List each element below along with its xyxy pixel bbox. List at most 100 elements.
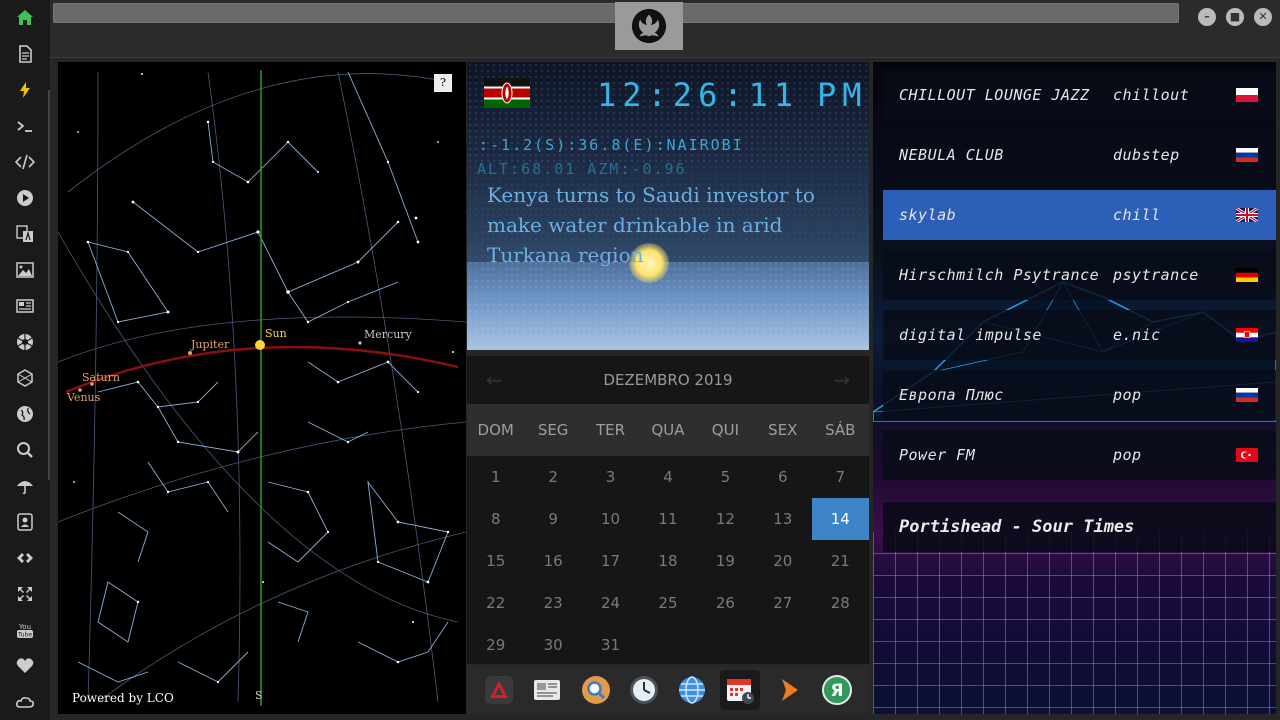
calendar-day[interactable]: 2: [524, 456, 581, 498]
close-button[interactable]: ✕: [1254, 8, 1272, 26]
sidebar-play[interactable]: [11, 184, 39, 212]
dock-clock[interactable]: [624, 670, 664, 710]
calendar-day[interactable]: 5: [697, 456, 754, 498]
station-item[interactable]: Европа Плюс pop: [883, 370, 1276, 420]
weekday-label: QUA: [651, 421, 685, 439]
sidebar-contacts[interactable]: [11, 508, 39, 536]
calendar-day[interactable]: 27: [754, 582, 811, 624]
russia-flag-icon: [1236, 388, 1258, 402]
station-item[interactable]: NEBULA CLUB dubstep: [883, 130, 1276, 180]
calendar-day[interactable]: 25: [639, 582, 696, 624]
calendar-next-button[interactable]: →: [827, 366, 857, 394]
calendar-day[interactable]: 6: [754, 456, 811, 498]
desktop-root: You Tube – ■ ✕ Sun Jupiter Mercury Satur…: [0, 0, 1280, 720]
calendar-day[interactable]: 20: [754, 540, 811, 582]
sky-help-button[interactable]: ?: [434, 74, 452, 92]
dock-search[interactable]: [576, 670, 616, 710]
station-item[interactable]: digital impulse e.nic: [883, 310, 1276, 360]
youtube-icon: You Tube: [17, 623, 33, 639]
clock-ampm: PM: [817, 76, 868, 114]
sidebar-scrollbar[interactable]: [48, 90, 50, 480]
sidebar-translate[interactable]: [11, 220, 39, 248]
sidebar-favorites[interactable]: [11, 652, 39, 680]
sidebar-home[interactable]: [11, 4, 39, 32]
calendar-day[interactable]: 7: [812, 456, 869, 498]
calendar-day[interactable]: 30: [524, 624, 581, 666]
sidebar-search[interactable]: [11, 436, 39, 464]
expand-icon: [18, 587, 32, 601]
south-direction-label: S: [255, 689, 263, 702]
minimize-button[interactable]: –: [1198, 8, 1216, 26]
calendar-day[interactable]: 31: [582, 624, 639, 666]
calendar-day[interactable]: 18: [639, 540, 696, 582]
maximize-button[interactable]: ■: [1226, 8, 1244, 26]
weekday-label: SEX: [768, 421, 798, 439]
station-item[interactable]: Hirschmilch Psytrance psytrance: [883, 250, 1276, 300]
calendar-day[interactable]: 24: [582, 582, 639, 624]
dock-play[interactable]: [769, 670, 809, 710]
calendar-day[interactable]: 23: [524, 582, 581, 624]
calendar-day[interactable]: 12: [697, 498, 754, 540]
calendar-day[interactable]: 8: [467, 498, 524, 540]
sidebar-news[interactable]: [11, 292, 39, 320]
calendar-day[interactable]: 17: [582, 540, 639, 582]
turkey-flag-icon: [1236, 448, 1258, 462]
calendar-day[interactable]: 22: [467, 582, 524, 624]
sidebar-youtube[interactable]: You Tube: [11, 616, 39, 644]
dock-app-red[interactable]: [479, 670, 519, 710]
calendar-day-today[interactable]: 14: [811, 498, 869, 540]
sidebar-code[interactable]: [11, 148, 39, 176]
station-item[interactable]: Power FM pop: [883, 430, 1276, 480]
sidebar-hexagon[interactable]: [11, 364, 39, 392]
sidebar-umbrella[interactable]: [11, 472, 39, 500]
sidebar-flash[interactable]: [11, 76, 39, 104]
app-dock: Я: [467, 666, 869, 714]
station-name: Европа Плюс: [899, 386, 1004, 404]
station-item[interactable]: CHILLOUT LOUNGE JAZZ chillout: [883, 70, 1276, 120]
calendar-day[interactable]: 29: [467, 624, 524, 666]
sidebar-cloud[interactable]: [11, 688, 39, 716]
calendar-day[interactable]: 3: [582, 456, 639, 498]
lightning-icon: [20, 82, 30, 98]
station-genre: e.nic: [1113, 326, 1161, 344]
calendar-day[interactable]: 9: [524, 498, 581, 540]
jupiter-marker[interactable]: [188, 351, 192, 355]
sidebar-expand[interactable]: [11, 580, 39, 608]
station-genre: pop: [1113, 446, 1142, 464]
calendar-day[interactable]: 10: [582, 498, 639, 540]
yandex-app-icon: Я: [821, 675, 852, 705]
calendar-day[interactable]: 21: [812, 540, 869, 582]
now-playing-track[interactable]: Portishead - Sour Times: [883, 502, 1276, 552]
sidebar-terminal[interactable]: [11, 112, 39, 140]
sidebar-globe[interactable]: [11, 400, 39, 428]
station-item-active[interactable]: skylab chill: [883, 190, 1276, 240]
calendar-day[interactable]: 28: [812, 582, 869, 624]
mercury-marker[interactable]: [358, 341, 362, 345]
calendar-day[interactable]: 26: [697, 582, 754, 624]
sidebar-aperture[interactable]: [11, 328, 39, 356]
dock-news[interactable]: [527, 670, 567, 710]
sky-chart[interactable]: Sun Jupiter Mercury Saturn Venus S ? Pow…: [58, 62, 466, 714]
sidebar-document[interactable]: [11, 40, 39, 68]
link-icon: [17, 553, 33, 563]
dock-yandex[interactable]: Я: [817, 670, 857, 710]
station-genre: psytrance: [1113, 266, 1199, 284]
sun-marker[interactable]: [255, 340, 265, 350]
news-app-icon: [534, 680, 561, 700]
dock-calendar[interactable]: [720, 670, 761, 710]
calendar-day[interactable]: 11: [639, 498, 696, 540]
constellation-lines: [77, 71, 449, 683]
calendar-month-label: DEZEMBRO 2019: [603, 371, 733, 389]
russia-flag-icon: [1236, 148, 1258, 162]
calendar-day[interactable]: 1: [467, 456, 524, 498]
dock-browser[interactable]: [672, 670, 712, 710]
news-headline[interactable]: Kenya turns to Saudi investor to make wa…: [487, 180, 857, 270]
calendar-day[interactable]: 16: [524, 540, 581, 582]
calendar-day[interactable]: 15: [467, 540, 524, 582]
calendar-day[interactable]: 13: [754, 498, 811, 540]
rebel-alliance-logo[interactable]: [615, 2, 683, 50]
calendar-day[interactable]: 19: [697, 540, 754, 582]
calendar-day[interactable]: 4: [639, 456, 696, 498]
sidebar-image[interactable]: [11, 256, 39, 284]
sidebar-link[interactable]: [11, 544, 39, 572]
